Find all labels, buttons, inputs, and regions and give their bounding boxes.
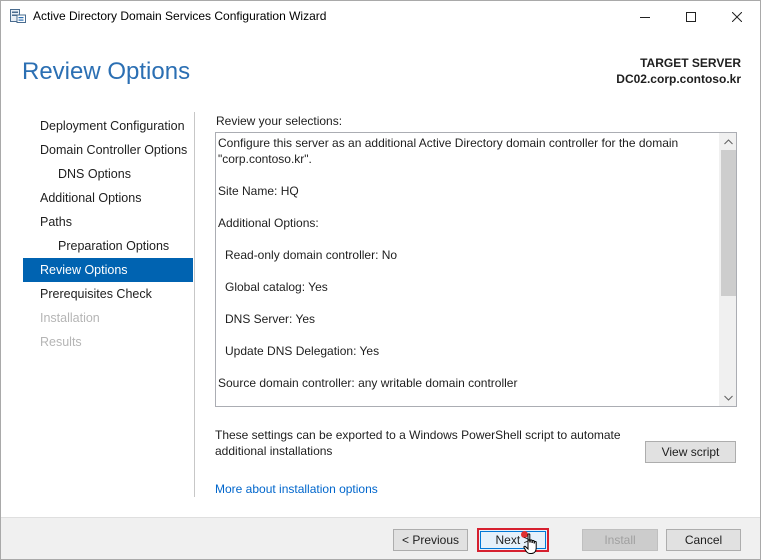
review-content: Configure this server as an additional A… xyxy=(218,135,718,391)
close-button[interactable] xyxy=(714,1,760,32)
minimize-button[interactable] xyxy=(622,1,668,32)
review-textbox[interactable]: Configure this server as an additional A… xyxy=(215,132,737,407)
review-line: Global catalog: Yes xyxy=(225,280,328,294)
review-line: Read-only domain controller: No xyxy=(225,248,398,262)
window-title: Active Directory Domain Services Configu… xyxy=(33,9,327,23)
nav-item-results: Results xyxy=(40,335,82,349)
install-button: Install xyxy=(582,529,658,551)
nav-item-installation: Installation xyxy=(40,311,100,325)
vertical-scrollbar[interactable] xyxy=(719,133,736,406)
nav-item-additional-options[interactable]: Additional Options xyxy=(23,186,193,210)
more-about-installation-link[interactable]: More about installation options xyxy=(215,482,378,496)
review-label: Review your selections: xyxy=(216,114,343,128)
export-description: These settings can be exported to a Wind… xyxy=(215,428,621,458)
nav-divider xyxy=(194,112,195,497)
target-server-name: DC02.corp.contoso.kr xyxy=(616,72,741,86)
review-line: Source domain controller: any writable d… xyxy=(218,376,518,390)
nav-item-domain-controller-options[interactable]: Domain Controller Options xyxy=(23,138,193,162)
chevron-down-icon xyxy=(724,395,733,401)
wizard-nav: Deployment Configuration Domain Controll… xyxy=(23,114,193,354)
review-line: DNS Server: Yes xyxy=(225,312,316,326)
nav-item-preparation-options[interactable]: Preparation Options xyxy=(23,234,193,258)
next-button-label: Next > xyxy=(495,533,531,547)
title-bar[interactable]: Active Directory Domain Services Configu… xyxy=(1,1,760,32)
target-server-label: TARGET SERVER xyxy=(640,56,741,70)
nav-item-deployment-configuration[interactable]: Deployment Configuration xyxy=(23,114,193,138)
maximize-icon xyxy=(686,11,696,22)
minimize-icon xyxy=(640,16,650,18)
close-icon xyxy=(732,11,742,22)
previous-button[interactable]: < Previous xyxy=(393,529,468,551)
scroll-up-button[interactable] xyxy=(720,133,736,150)
review-line: Update DNS Delegation: Yes xyxy=(225,344,380,358)
scroll-thumb[interactable] xyxy=(721,150,736,296)
cancel-button[interactable]: Cancel xyxy=(666,529,741,551)
wizard-window: Active Directory Domain Services Configu… xyxy=(0,0,761,560)
nav-item-paths[interactable]: Paths xyxy=(23,210,193,234)
chevron-up-icon xyxy=(724,138,733,144)
server-manager-icon xyxy=(10,9,26,23)
review-line: Site Name: HQ xyxy=(218,184,299,198)
review-line: Additional Options: xyxy=(218,216,319,230)
maximize-button[interactable] xyxy=(668,1,714,32)
review-line: Configure this server as an additional A… xyxy=(218,136,679,166)
wizard-footer: < Previous Next > Install Cancel xyxy=(1,517,760,559)
nav-item-review-options[interactable]: Review Options xyxy=(23,258,193,282)
page-title: Review Options xyxy=(22,58,191,85)
nav-item-prerequisites-check[interactable]: Prerequisites Check xyxy=(23,282,193,306)
nav-item-dns-options[interactable]: DNS Options xyxy=(23,162,193,186)
wizard-header: Review Options TARGET SERVER DC02.corp.c… xyxy=(1,32,760,102)
scroll-down-button[interactable] xyxy=(720,389,736,406)
view-script-button[interactable]: View script xyxy=(645,441,736,463)
